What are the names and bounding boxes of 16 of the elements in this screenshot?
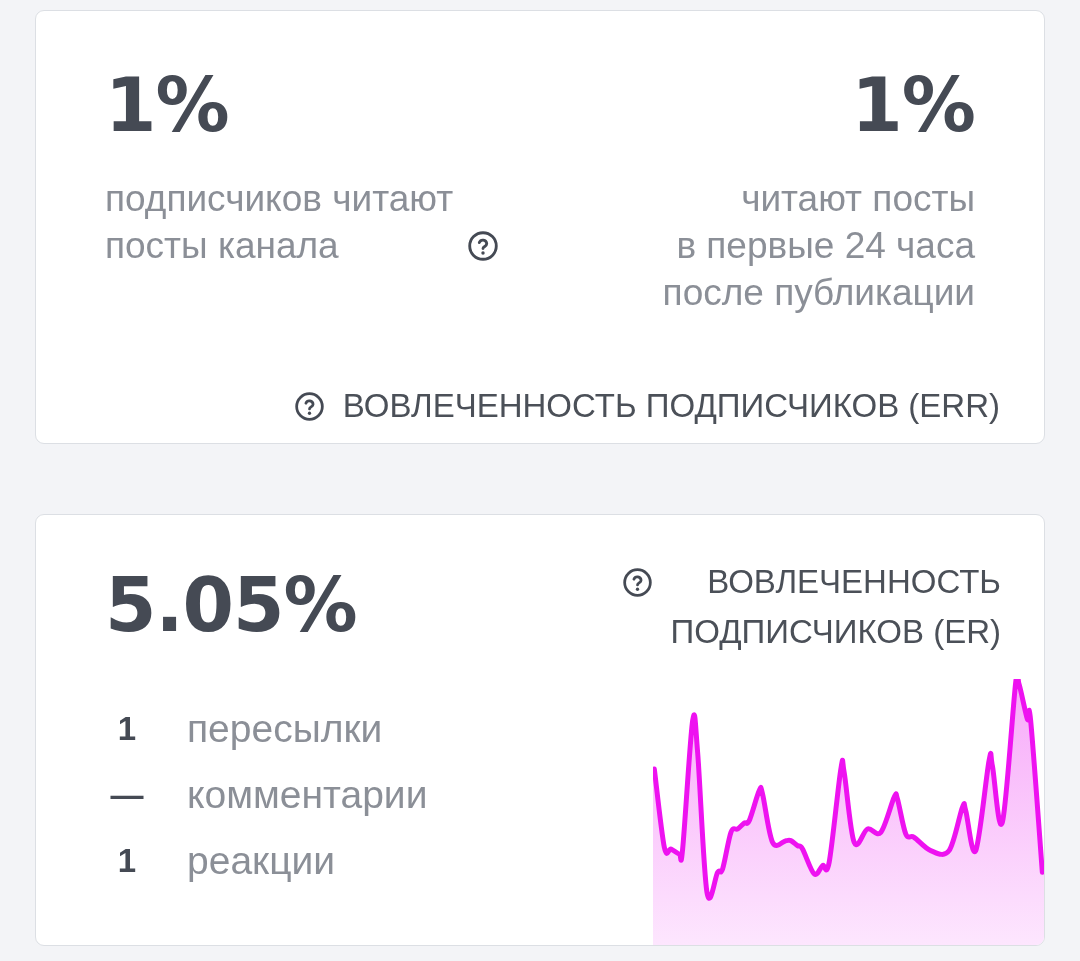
metric-label: реакции <box>187 839 336 883</box>
metric-value: — <box>109 776 145 814</box>
metric-value: 1 <box>116 710 138 748</box>
stat-value: 5.05% <box>105 568 357 642</box>
card-title: ВОВЛЕЧЕННОСТЬ ПОДПИСЧИКОВ (ERR) <box>342 386 1000 426</box>
metric-label: пересылки <box>187 707 383 751</box>
stat-value: 1% <box>105 68 229 142</box>
help-icon[interactable] <box>468 231 498 261</box>
help-icon[interactable] <box>623 568 652 597</box>
stat-description: подписчиков читают посты канала <box>105 177 455 268</box>
stat-description: читают посты в первые 24 часа после публикации <box>662 177 975 315</box>
card-title: ВОВЛЕЧЕННОСТЬ ПОДПИСЧИКОВ (ER) <box>669 562 1001 652</box>
help-icon[interactable] <box>294 391 324 421</box>
metric-label: комментарии <box>187 773 428 817</box>
metric-value: 1 <box>116 842 138 880</box>
stat-value: 1% <box>851 68 975 142</box>
